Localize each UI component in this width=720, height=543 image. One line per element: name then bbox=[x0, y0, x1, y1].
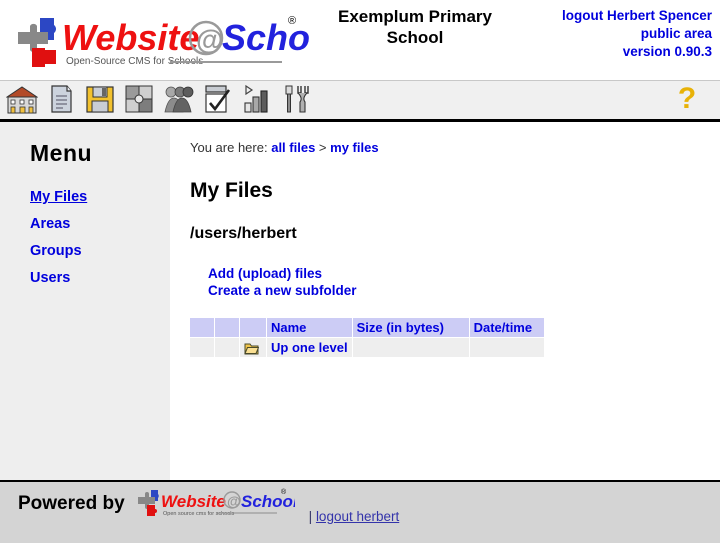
column-header-action bbox=[215, 318, 239, 337]
content-heading: My Files bbox=[190, 179, 273, 202]
svg-text:School: School bbox=[222, 17, 310, 58]
page-header: Website @ School ® Open-Source CMS for S… bbox=[0, 0, 720, 80]
site-logo[interactable]: Website @ School ® Open-Source CMS for S… bbox=[10, 6, 310, 70]
page-icon[interactable] bbox=[45, 83, 77, 115]
row-icon-cell bbox=[240, 338, 266, 357]
website-at-school-footer-logo-graphic: Website @ School ® Open source cms for s… bbox=[137, 488, 299, 517]
svg-text:®: ® bbox=[281, 488, 287, 496]
column-header-select bbox=[190, 318, 214, 337]
header-logout-link[interactable]: logout Herbert Spencer bbox=[562, 7, 712, 25]
row-name-cell: Up one level bbox=[267, 338, 352, 357]
powered-by-label: Powered by bbox=[18, 493, 125, 514]
floppy-save-icon[interactable] bbox=[84, 83, 116, 115]
row-select-cell bbox=[190, 338, 214, 357]
sidebar-title: Menu bbox=[30, 140, 93, 166]
footer-separator: | bbox=[308, 509, 313, 524]
breadcrumb-prefix: You are here: bbox=[190, 140, 268, 155]
column-header-icon bbox=[240, 318, 266, 337]
svg-text:School: School bbox=[241, 492, 295, 511]
users-faces-icon[interactable] bbox=[162, 83, 194, 115]
create-subfolder-link[interactable]: Create a new subfolder bbox=[208, 282, 357, 299]
footer-logout-link[interactable]: logout herbert bbox=[316, 509, 399, 524]
page-footer: Powered by Website @ School ® Open sourc… bbox=[0, 480, 720, 543]
svg-text:Open source cms for schools: Open source cms for schools bbox=[163, 511, 234, 517]
row-size-cell bbox=[352, 338, 469, 357]
sidebar-menu: My Files Areas Groups Users bbox=[30, 189, 170, 286]
logout-link[interactable]: logout Herbert Spencer bbox=[562, 8, 712, 23]
column-header-size[interactable]: Size (in bytes) bbox=[352, 318, 469, 337]
sidebar-item-areas[interactable]: Areas bbox=[30, 216, 70, 232]
column-header-datetime[interactable]: Date/time bbox=[469, 318, 544, 337]
sidebar-item-groups[interactable]: Groups bbox=[30, 243, 82, 259]
svg-text:@: @ bbox=[196, 24, 223, 55]
add-upload-files-link[interactable]: Add (upload) files bbox=[208, 265, 322, 282]
action-links: Add (upload) files Create a new subfolde… bbox=[208, 265, 720, 299]
footer-logo[interactable]: Website @ School ® Open source cms for s… bbox=[135, 485, 299, 524]
checklist-icon[interactable] bbox=[201, 83, 233, 115]
current-path: /users/herbert bbox=[190, 225, 297, 242]
table-header-row: Name Size (in bytes) Date/time bbox=[190, 318, 544, 337]
puzzle-modules-icon[interactable] bbox=[123, 83, 155, 115]
up-one-level-link[interactable]: Up one level bbox=[271, 340, 348, 355]
main-content: You are here: all files > my files My Fi… bbox=[170, 122, 720, 486]
help-icon[interactable]: ? bbox=[672, 84, 702, 116]
page-title: Exemplum Primary School bbox=[337, 7, 492, 47]
svg-text:®: ® bbox=[288, 15, 296, 27]
svg-text:Website: Website bbox=[161, 492, 226, 511]
toolbar-icon-group bbox=[6, 83, 311, 115]
breadcrumb: You are here: all files > my files bbox=[190, 140, 720, 155]
bar-chart-icon[interactable] bbox=[240, 83, 272, 115]
sidebar: Menu My Files Areas Groups Users bbox=[0, 122, 170, 486]
file-table: Name Size (in bytes) Date/time Up one le… bbox=[189, 317, 545, 358]
svg-text:@: @ bbox=[227, 493, 241, 509]
header-area-label: public area bbox=[640, 26, 712, 41]
row-action-cell bbox=[215, 338, 239, 357]
column-header-name[interactable]: Name bbox=[267, 318, 352, 337]
page-body: Menu My Files Areas Groups Users You are… bbox=[0, 122, 720, 486]
website-at-school-logo-graphic: Website @ School ® Open-Source CMS for S… bbox=[18, 15, 310, 67]
row-datetime-cell bbox=[469, 338, 544, 357]
main-toolbar: ? bbox=[0, 80, 720, 122]
header-user-links: logout Herbert Spencer public area versi… bbox=[562, 7, 712, 61]
help-question-mark: ? bbox=[677, 82, 697, 115]
breadcrumb-item-all-files[interactable]: all files bbox=[271, 140, 315, 155]
header-version-label: version 0.90.3 bbox=[622, 44, 712, 59]
school-home-icon[interactable] bbox=[6, 83, 38, 115]
footer-logout-area: | logout herbert bbox=[309, 509, 400, 526]
breadcrumb-item-my-files[interactable]: my files bbox=[330, 140, 378, 155]
sidebar-item-users[interactable]: Users bbox=[30, 270, 70, 286]
table-row: Up one level bbox=[190, 338, 544, 357]
sidebar-item-my-files[interactable]: My Files bbox=[30, 189, 87, 205]
tools-icon[interactable] bbox=[279, 83, 311, 115]
folder-icon bbox=[244, 343, 260, 355]
svg-text:Website: Website bbox=[62, 17, 199, 58]
breadcrumb-separator: > bbox=[318, 140, 327, 155]
